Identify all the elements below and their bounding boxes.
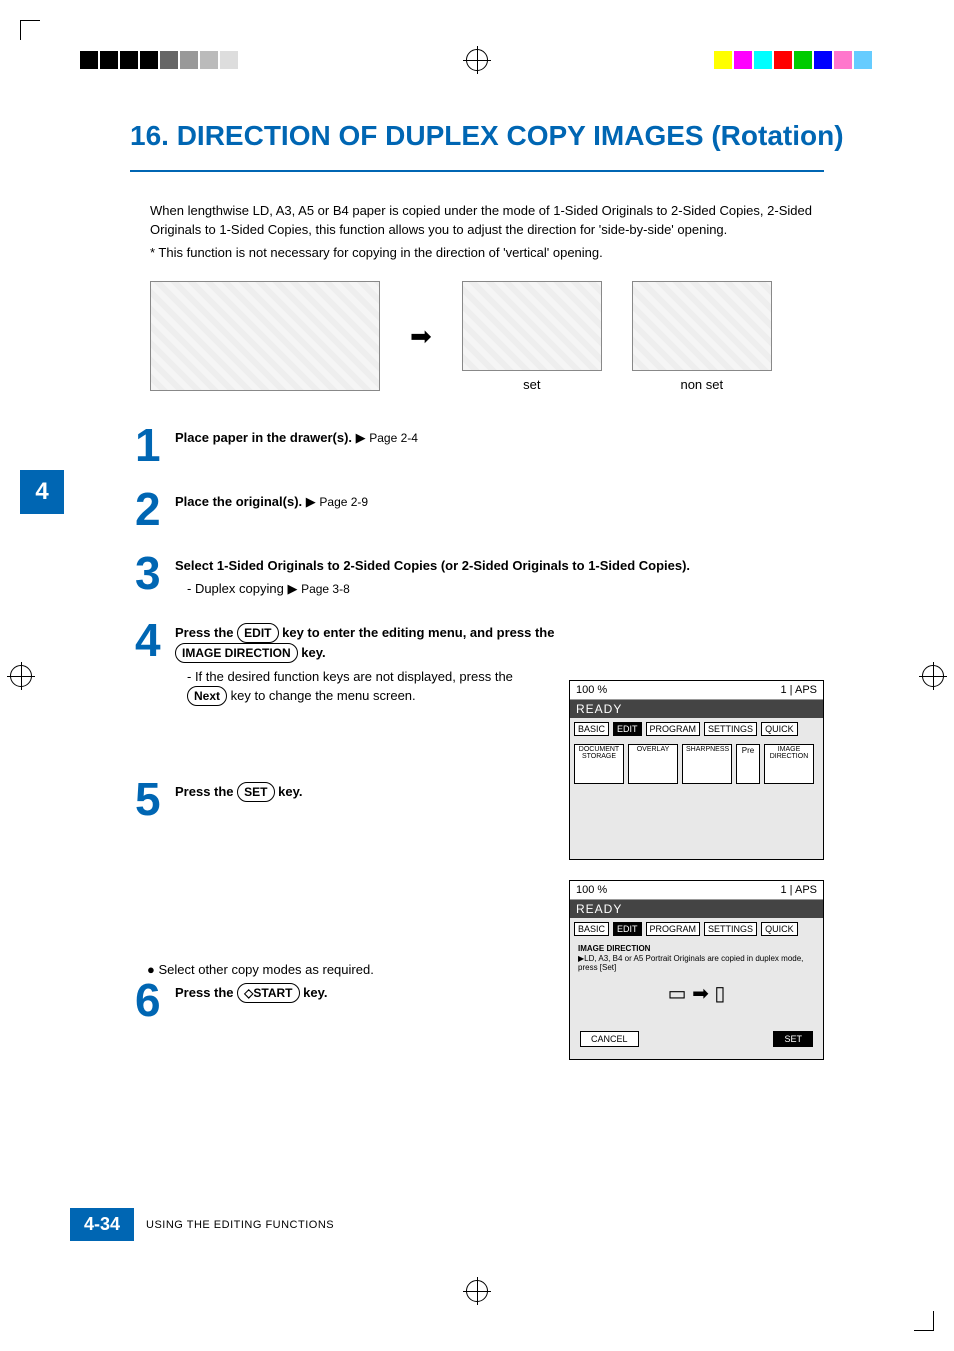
- btn-overlay[interactable]: OVERLAY: [628, 744, 678, 784]
- next-key: Next: [187, 686, 227, 706]
- step-1: 1 Place paper in the drawer(s). ▶ Page 2…: [135, 422, 824, 468]
- step-4-pre: Press the: [175, 625, 237, 640]
- step-2: 2 Place the original(s). ▶ Page 2-9: [135, 486, 824, 532]
- step-1-text: Place paper in the drawer(s).: [175, 430, 352, 445]
- step-number: 2: [135, 486, 175, 532]
- image-direction-key: IMAGE DIRECTION: [175, 643, 298, 663]
- step-5-post: key.: [278, 784, 302, 799]
- screen2-label: IMAGE DIRECTION: [578, 944, 650, 953]
- step-4-mid: key to enter the editing menu, and press…: [282, 625, 554, 640]
- btn-image-direction[interactable]: IMAGE DIRECTION: [764, 744, 814, 784]
- crop-mark: [914, 1311, 934, 1331]
- title-rule: [130, 170, 824, 172]
- pages-nonset-illustration: [632, 281, 772, 371]
- step-2-text: Place the original(s).: [175, 494, 302, 509]
- tab-edit[interactable]: EDIT: [613, 722, 642, 736]
- step-6-pre: Press the: [175, 985, 237, 1000]
- footer: 4-34 USING THE EDITING FUNCTIONS: [70, 1208, 334, 1241]
- tab-settings[interactable]: SETTINGS: [704, 922, 757, 936]
- zoom-value: 100 %: [576, 684, 607, 696]
- direction-illustration: ▭ ➡ ▯: [570, 977, 823, 1010]
- page-title: 16. DIRECTION OF DUPLEX COPY IMAGES (Rot…: [130, 120, 894, 152]
- step-5-pre: Press the: [175, 784, 237, 799]
- lcd-screenshot-1: 100 % 1 | APS READY BASIC EDIT PROGRAM S…: [569, 680, 824, 860]
- screen2-message: ▶LD, A3, B4 or A5 Portrait Originals are…: [578, 954, 803, 973]
- start-key: ◇START: [237, 983, 299, 1003]
- arrow-icon: ▶: [306, 494, 320, 509]
- registration-bottom: [0, 1271, 954, 1311]
- color-bars-right: [714, 51, 874, 69]
- registration-left: [10, 665, 32, 687]
- count-value: 1: [780, 884, 786, 896]
- registration-top: [0, 40, 954, 80]
- step-number: 4: [135, 617, 175, 707]
- tab-program[interactable]: PROGRAM: [646, 722, 701, 736]
- step-1-ref: Page 2-4: [369, 431, 418, 445]
- step-3-sub-ref: Page 3-8: [301, 582, 350, 596]
- mode-value: APS: [795, 684, 817, 696]
- section-title: USING THE EDITING FUNCTIONS: [146, 1219, 334, 1231]
- step-3: 3 Select 1-Sided Originals to 2-Sided Co…: [135, 550, 824, 599]
- btn-document-storage[interactable]: DOCUMENT STORAGE: [574, 744, 624, 784]
- page-number: 4-34: [70, 1208, 134, 1241]
- caption-nonset: non set: [632, 377, 772, 392]
- scanner-illustration: [150, 281, 380, 391]
- step-4-sub-post: key to change the menu screen.: [231, 688, 416, 703]
- arrow-icon: ▶: [287, 581, 301, 596]
- step-number: 5: [135, 776, 175, 822]
- intro-note: * This function is not necessary for cop…: [150, 244, 824, 263]
- set-button[interactable]: SET: [773, 1031, 813, 1047]
- result-set: set: [462, 281, 602, 392]
- ready-label: READY: [570, 700, 823, 718]
- set-key: SET: [237, 782, 274, 802]
- tab-edit[interactable]: EDIT: [613, 922, 642, 936]
- zoom-value: 100 %: [576, 884, 607, 896]
- tab-quick[interactable]: QUICK: [761, 722, 798, 736]
- cancel-button[interactable]: CANCEL: [580, 1031, 639, 1047]
- intro-text: When lengthwise LD, A3, A5 or B4 paper i…: [150, 202, 824, 240]
- step-3-sub: - Duplex copying: [187, 581, 284, 596]
- arrow-icon: ▶: [356, 430, 370, 445]
- step-3-text: Select 1-Sided Originals to 2-Sided Copi…: [175, 558, 690, 573]
- ready-label: READY: [570, 900, 823, 918]
- registration-target-icon: [466, 1280, 488, 1302]
- step-4-post: key.: [301, 645, 325, 660]
- tab-basic[interactable]: BASIC: [574, 922, 609, 936]
- bullet-text: Select other copy modes as required.: [158, 962, 373, 977]
- registration-target-icon: [466, 49, 488, 71]
- lcd-screenshot-2: 100 % 1 | APS READY BASIC EDIT PROGRAM S…: [569, 880, 824, 1060]
- step-6-post: key.: [303, 985, 327, 1000]
- mode-value: APS: [795, 884, 817, 896]
- diagram-row: ➡ set non set: [150, 281, 824, 392]
- step-2-ref: Page 2-9: [319, 495, 368, 509]
- crop-mark: [20, 20, 40, 40]
- count-value: 1: [780, 684, 786, 696]
- btn-pre[interactable]: Pre: [736, 744, 760, 784]
- registration-right: [922, 665, 944, 687]
- btn-sharpness[interactable]: SHARPNESS: [682, 744, 732, 784]
- edit-key: EDIT: [237, 623, 278, 643]
- step-number: 3: [135, 550, 175, 599]
- color-bars-left: [80, 51, 240, 69]
- step-number: 6: [135, 977, 175, 1023]
- tab-program[interactable]: PROGRAM: [646, 922, 701, 936]
- step-4-sub-pre: - If the desired function keys are not d…: [187, 669, 513, 684]
- tab-settings[interactable]: SETTINGS: [704, 722, 757, 736]
- tab-basic[interactable]: BASIC: [574, 722, 609, 736]
- tab-quick[interactable]: QUICK: [761, 922, 798, 936]
- intro-block: When lengthwise LD, A3, A5 or B4 paper i…: [150, 202, 824, 263]
- pages-set-illustration: [462, 281, 602, 371]
- caption-set: set: [462, 377, 602, 392]
- step-number: 1: [135, 422, 175, 468]
- arrow-icon: ➡: [410, 321, 432, 352]
- result-nonset: non set: [632, 281, 772, 392]
- chapter-tab: 4: [20, 470, 64, 514]
